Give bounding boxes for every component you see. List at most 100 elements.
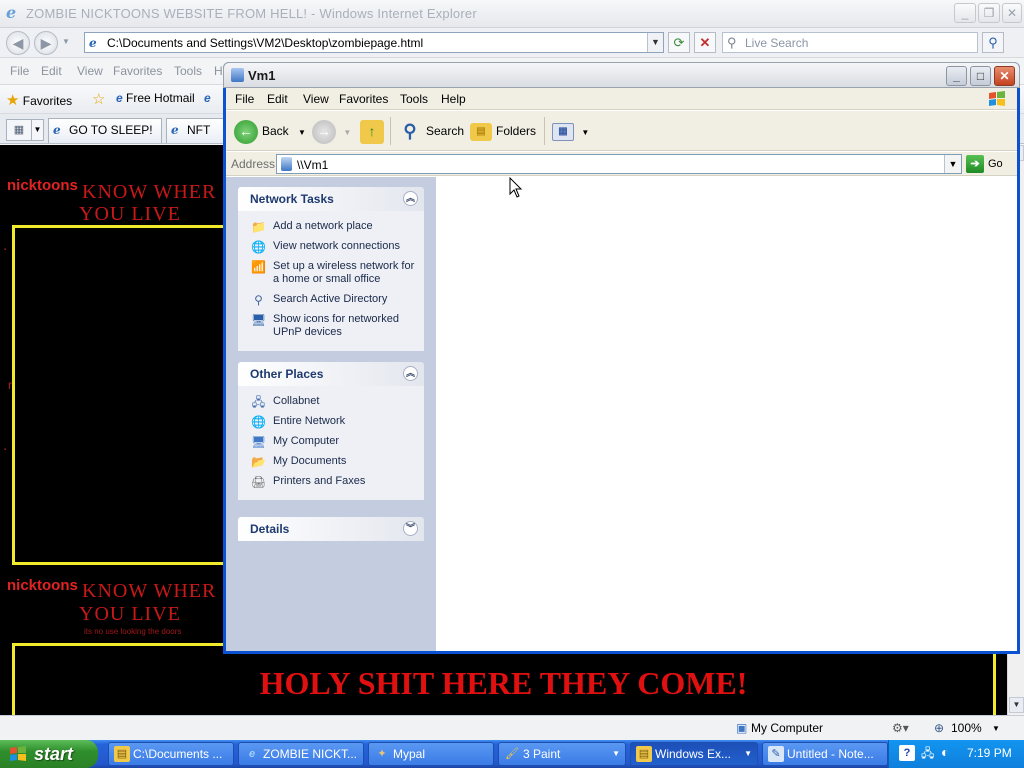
ie-menu-view[interactable]: View: [77, 64, 103, 78]
forward-icon[interactable]: ▶: [34, 31, 58, 55]
place-printers-and-faxes[interactable]: 🖨 Printers and Faxes: [250, 472, 416, 492]
taskbar-button-zombie-ie[interactable]: e ZOMBIE NICKT...: [238, 742, 364, 766]
task-search-active-directory[interactable]: ⚲ Search Active Directory: [250, 290, 416, 310]
protected-mode-icon[interactable]: ⚙▾: [892, 721, 909, 735]
place-collabnet[interactable]: 🖧 Collabnet: [250, 392, 416, 412]
minimize-icon[interactable]: _: [946, 66, 967, 86]
volume-tray-icon[interactable]: ◐: [941, 744, 949, 760]
network-tray-icon[interactable]: 🖧: [921, 744, 934, 765]
other-places-header[interactable]: Other Places ︽: [238, 362, 424, 386]
nicktoons-logo-top: nicktoons: [7, 177, 78, 194]
ie-titlebar[interactable]: e ZOMBIE NICKTOONS WEBSITE FROM HELL! - …: [0, 0, 1024, 28]
taskbar-button-paint[interactable]: 🖌 3 Paint ▼: [498, 742, 626, 766]
task-label: Add a network place: [273, 220, 373, 232]
views-button[interactable]: ▦ ▼: [552, 117, 589, 145]
restore-icon[interactable]: ❐: [978, 3, 1000, 23]
minimize-icon[interactable]: _: [954, 3, 976, 23]
network-tasks-title: Network Tasks: [250, 192, 334, 206]
stop-icon[interactable]: ✕: [694, 32, 716, 53]
up-folder-button[interactable]: ↑: [360, 117, 388, 145]
clock[interactable]: 7:19 PM: [967, 746, 1012, 760]
explorer-content-area[interactable]: [436, 177, 1017, 651]
folder-icon: ▤: [636, 746, 652, 762]
ie-url-field[interactable]: e C:\Documents and Settings\VM2\Desktop\…: [84, 32, 664, 53]
search-go-icon[interactable]: ⚲: [982, 32, 1004, 53]
search-icon: ⚲: [403, 120, 417, 141]
ie-menu-tools[interactable]: Tools: [174, 64, 202, 78]
details-header[interactable]: Details ︾: [238, 517, 424, 541]
zoom-dropdown-icon[interactable]: ▼: [992, 724, 1000, 733]
ie-menu-favorites[interactable]: Favorites: [113, 64, 162, 78]
tab-list-dropdown-icon[interactable]: ▼: [32, 119, 44, 141]
menu-help[interactable]: Help: [441, 92, 466, 106]
upnp-devices-icon: 🖥: [250, 313, 267, 327]
search-button[interactable]: ⚲ Search: [398, 117, 464, 145]
explorer-titlebar[interactable]: Vm1 _ □ ✕: [223, 62, 1020, 88]
place-my-computer[interactable]: 🖥 My Computer: [250, 432, 416, 452]
refresh-icon[interactable]: ⟳: [668, 32, 690, 53]
scroll-down-icon[interactable]: ▼: [1009, 697, 1024, 713]
ie-menu-help[interactable]: H: [214, 64, 223, 78]
task-show-upnp-icons[interactable]: 🖥 Show icons for networked UPnP devices: [250, 310, 416, 343]
menu-favorites[interactable]: Favorites: [339, 92, 388, 106]
system-tray: ? 🖧 ◐ 7:19 PM: [888, 740, 1024, 768]
task-setup-wireless[interactable]: 📶 Set up a wireless network for a home o…: [250, 257, 416, 290]
zoom-icon[interactable]: ⊕: [934, 721, 944, 735]
task-add-network-place[interactable]: 📁 Add a network place: [250, 217, 416, 237]
yellow-frame-top: [12, 225, 252, 565]
group-dropdown-icon[interactable]: ▼: [744, 743, 752, 765]
you-live-bottom: YOU LIVE: [79, 603, 181, 625]
maximize-icon[interactable]: □: [970, 66, 991, 86]
address-dropdown-icon[interactable]: ▼: [944, 155, 961, 173]
free-hotmail-link[interactable]: e Free Hotmail: [116, 91, 195, 105]
tab-ie-icon: e: [53, 123, 61, 137]
network-tasks-header[interactable]: Network Tasks ︽: [238, 187, 424, 211]
close-icon[interactable]: ✕: [1002, 3, 1022, 23]
tab-nft-tec[interactable]: e NFT TEC: [166, 118, 226, 143]
menu-edit[interactable]: Edit: [267, 92, 288, 106]
place-entire-network[interactable]: 🌐 Entire Network: [250, 412, 416, 432]
help-icon[interactable]: ?: [899, 745, 915, 761]
taskbar-button-mypal[interactable]: ✦ Mypal: [368, 742, 494, 766]
ie-menu-file[interactable]: File: [10, 64, 29, 78]
forward-button[interactable]: → ▼: [312, 117, 351, 145]
taskbar-button-windows-explorer[interactable]: ▤ Windows Ex... ▼: [630, 742, 758, 766]
quick-tabs-icon[interactable]: ▦: [6, 119, 32, 141]
ie-link-icon[interactable]: e: [204, 91, 211, 105]
back-icon[interactable]: ◀: [6, 31, 30, 55]
close-icon[interactable]: ✕: [994, 66, 1015, 86]
collapse-chevron-icon[interactable]: ︽: [403, 191, 418, 206]
favorites-star-icon: ★: [6, 92, 20, 109]
views-dropdown-icon[interactable]: ▼: [581, 128, 589, 137]
back-dropdown-icon[interactable]: ▼: [298, 128, 306, 137]
recent-pages-icon[interactable]: ▼: [62, 37, 70, 46]
mouse-cursor-icon: [509, 177, 523, 198]
folders-label: Folders: [496, 124, 537, 138]
go-button[interactable]: ➔ Go: [966, 155, 1003, 173]
menu-view[interactable]: View: [303, 92, 329, 106]
favorites-button[interactable]: ★ Favorites: [6, 91, 72, 109]
place-my-documents[interactable]: 📂 My Documents: [250, 452, 416, 472]
task-view-network-connections[interactable]: 🌐 View network connections: [250, 237, 416, 257]
back-button[interactable]: ← Back ▼: [234, 117, 306, 145]
address-field[interactable]: \\Vm1 ▼: [276, 154, 962, 174]
group-dropdown-icon[interactable]: ▼: [612, 743, 620, 765]
zoom-level[interactable]: 100%: [951, 721, 982, 735]
collapse-chevron-icon[interactable]: ︽: [403, 366, 418, 381]
taskbar-button-notepad[interactable]: ✎ Untitled - Note...: [762, 742, 888, 766]
live-search-input[interactable]: ⚲ Live Search: [722, 32, 978, 53]
ie-menu-edit[interactable]: Edit: [41, 64, 62, 78]
menu-file[interactable]: File: [235, 92, 254, 106]
network-computer-icon: [231, 68, 244, 82]
folders-button[interactable]: ▤ Folders: [470, 117, 536, 145]
menu-tools[interactable]: Tools: [400, 92, 428, 106]
add-favorite-icon[interactable]: ☆: [92, 90, 105, 108]
my-computer-icon: 🖥: [250, 435, 267, 449]
url-dropdown-icon[interactable]: ▼: [647, 33, 663, 52]
tab-go-to-sleep[interactable]: e GO TO SLEEP!: [48, 118, 162, 143]
taskbar-button-documents[interactable]: ▤ C:\Documents ...: [108, 742, 234, 766]
ie-status-bar: ▣ My Computer ⚙▾ ⊕ 100% ▼: [0, 715, 1024, 740]
start-button[interactable]: start: [0, 740, 98, 768]
expand-chevron-icon[interactable]: ︾: [403, 521, 418, 536]
search-label: Search: [426, 124, 465, 138]
